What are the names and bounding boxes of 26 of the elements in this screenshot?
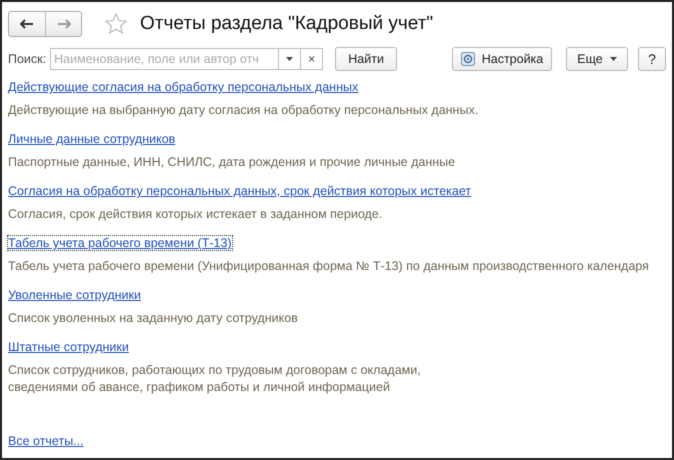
- caret-icon: [610, 57, 617, 61]
- report-link[interactable]: Уволенные сотрудники: [8, 288, 141, 302]
- window-title: Отчеты раздела "Кадровый учет": [140, 13, 434, 35]
- report-description: Список сотрудников, работающих по трудовым договорам с окладами, сведениями об авансе, графиком работы и личной информацией: [8, 362, 422, 396]
- all-reports-link[interactable]: Все отчеты...: [8, 434, 84, 448]
- search-label: Поиск:: [8, 52, 46, 66]
- right-arrow-icon: [56, 19, 70, 29]
- report-description: Список уволенных на заданную дату сотрудников: [8, 310, 299, 327]
- settings-icon: [460, 52, 475, 66]
- report-description: Табель учета рабочего времени (Унифицированная форма № Т-13) по данным производственного календаря: [8, 258, 650, 275]
- report-link[interactable]: Личные данные сотрудников: [8, 132, 176, 146]
- report-link[interactable]: Штатные сотрудники: [8, 340, 129, 354]
- report-description: Паспортные данные, ИНН, СНИЛС, дата рождения и прочие личные данные: [8, 154, 456, 171]
- report-description: Действующие на выбранную дату согласия на обработку персональных данных.: [8, 102, 480, 119]
- star-icon[interactable]: [104, 12, 128, 36]
- settings-button[interactable]: Настройка: [452, 47, 552, 71]
- report-description: Согласия, срок действия которых истекает в заданном периоде.: [8, 206, 384, 223]
- find-button[interactable]: Найти: [335, 47, 398, 71]
- help-button[interactable]: ?: [638, 47, 666, 71]
- report-link[interactable]: Действующие согласия на обработку персональных данных: [8, 80, 358, 94]
- left-arrow-icon: [20, 19, 34, 29]
- report-link[interactable]: Согласия на обработку персональных данных, срок действия которых истекает: [8, 184, 472, 198]
- search-field[interactable]: Наименование, поле или автор отч ×: [50, 48, 324, 70]
- report-link[interactable]: Табель учета рабочего времени (Т-13): [8, 236, 232, 250]
- caret-icon: [286, 57, 294, 61]
- more-button[interactable]: Еще: [566, 47, 628, 71]
